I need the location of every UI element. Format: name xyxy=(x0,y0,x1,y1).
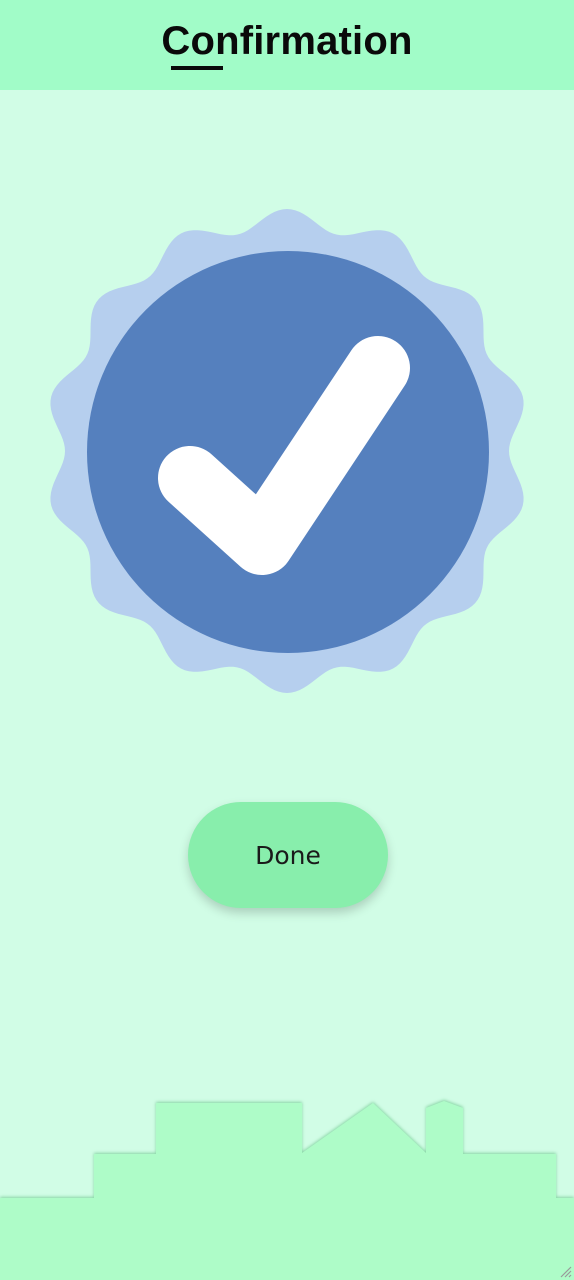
header-bar: Confirmation xyxy=(0,0,574,90)
verified-check-badge-icon xyxy=(50,209,524,693)
page-title: Confirmation xyxy=(161,18,413,63)
skyline-decoration xyxy=(0,1101,574,1280)
title-underline xyxy=(171,66,223,70)
done-button[interactable]: Done xyxy=(188,802,388,908)
resize-grip-icon[interactable] xyxy=(558,1264,572,1278)
